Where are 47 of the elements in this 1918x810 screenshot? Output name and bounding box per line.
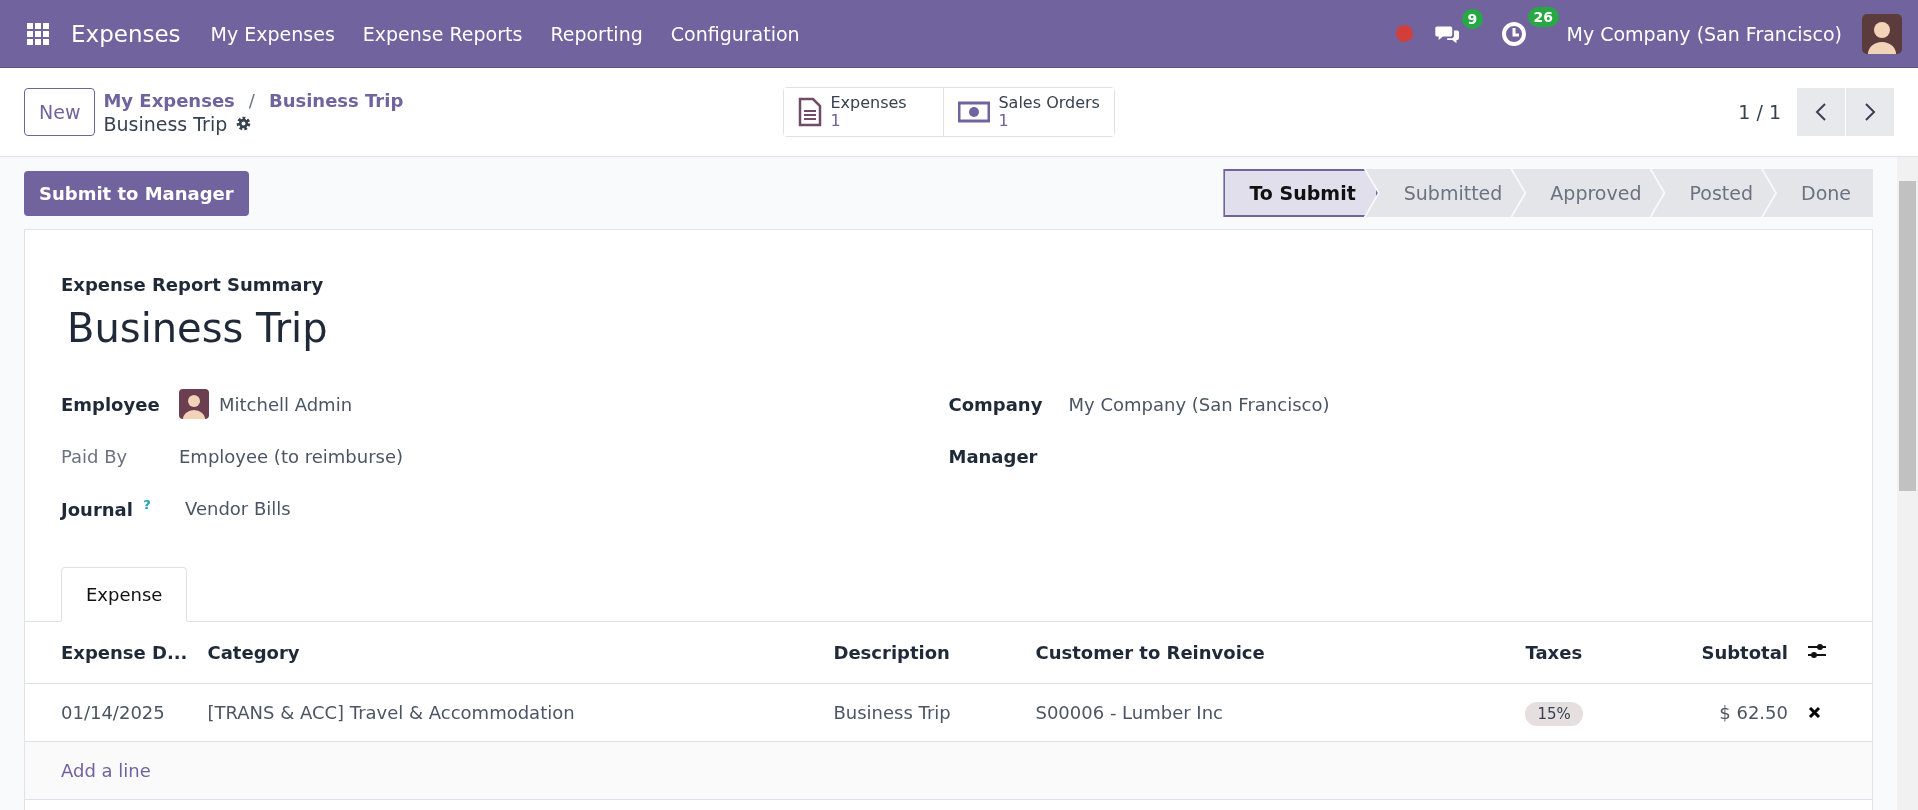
menu-item[interactable]: My Expenses [210, 22, 335, 45]
column-header[interactable]: Customer to Reinvoice [1025, 622, 1516, 684]
menu-item[interactable]: Configuration [670, 22, 800, 45]
message-count-badge: 9 [1461, 8, 1484, 29]
table-cell: S00006 - Lumber Inc [1025, 683, 1516, 742]
breadcrumb-separator: / [248, 89, 255, 111]
table-cell: $ 62.50 [1655, 683, 1798, 742]
activity-count-badge: 26 [1527, 6, 1559, 27]
table-cell: [TRANS & ACC] Travel & Accommodation [197, 683, 824, 742]
add-line-link[interactable]: Add a line [61, 760, 151, 781]
tax-tag: 15% [1525, 702, 1583, 726]
notebook-tab[interactable]: Expense [61, 567, 188, 622]
field-value[interactable]: Employee (to reimburse) [179, 445, 403, 467]
form-subtitle: Expense Report Summary [61, 274, 325, 295]
field-value[interactable]: My Company (San Francisco) [1068, 393, 1330, 415]
column-header[interactable]: Subtotal [1655, 622, 1798, 684]
field-label: Manager [948, 445, 1039, 467]
new-button[interactable]: New [24, 88, 96, 136]
help-mark[interactable]: ? [143, 496, 151, 512]
app-name[interactable]: Expenses [71, 20, 181, 47]
breadcrumb-link[interactable]: Business Trip [268, 89, 404, 111]
breadcrumb-link[interactable]: My Expenses [103, 89, 235, 111]
record-title: Business Trip [103, 112, 228, 135]
column-header[interactable]: Category [197, 622, 824, 684]
menu-item[interactable]: Reporting [550, 22, 643, 45]
submit-button[interactable]: Submit to Manager [24, 170, 249, 216]
pager-text: 1 / 1 [1738, 101, 1781, 123]
status-step[interactable]: Approved [1512, 169, 1664, 217]
column-header[interactable]: Taxes [1515, 622, 1656, 684]
table-cell: Business Trip [823, 683, 1026, 742]
column-header[interactable]: Expense D... [25, 622, 198, 684]
company-switcher[interactable]: My Company (San Francisco) [1566, 22, 1842, 45]
status-step[interactable]: Posted [1651, 169, 1775, 217]
column-header[interactable]: Description [823, 622, 1026, 684]
status-step[interactable]: To Submit [1223, 169, 1378, 217]
menu-item[interactable]: Expense Reports [362, 22, 523, 45]
field-label: Employee [61, 393, 160, 415]
smart-button[interactable]: Expenses 1 [784, 88, 945, 136]
field-label: Journal [61, 498, 133, 520]
form-title: Business Trip [67, 305, 329, 351]
table-cell: 01/14/2025 [25, 683, 198, 742]
status-step[interactable]: Done [1763, 169, 1873, 217]
status-step[interactable]: Submitted [1365, 169, 1525, 217]
field-value[interactable]: Vendor Bills [185, 497, 291, 519]
field-label: Company [948, 393, 1044, 415]
field-value[interactable]: Mitchell Admin [219, 393, 353, 415]
field-label: Paid By [61, 445, 128, 467]
